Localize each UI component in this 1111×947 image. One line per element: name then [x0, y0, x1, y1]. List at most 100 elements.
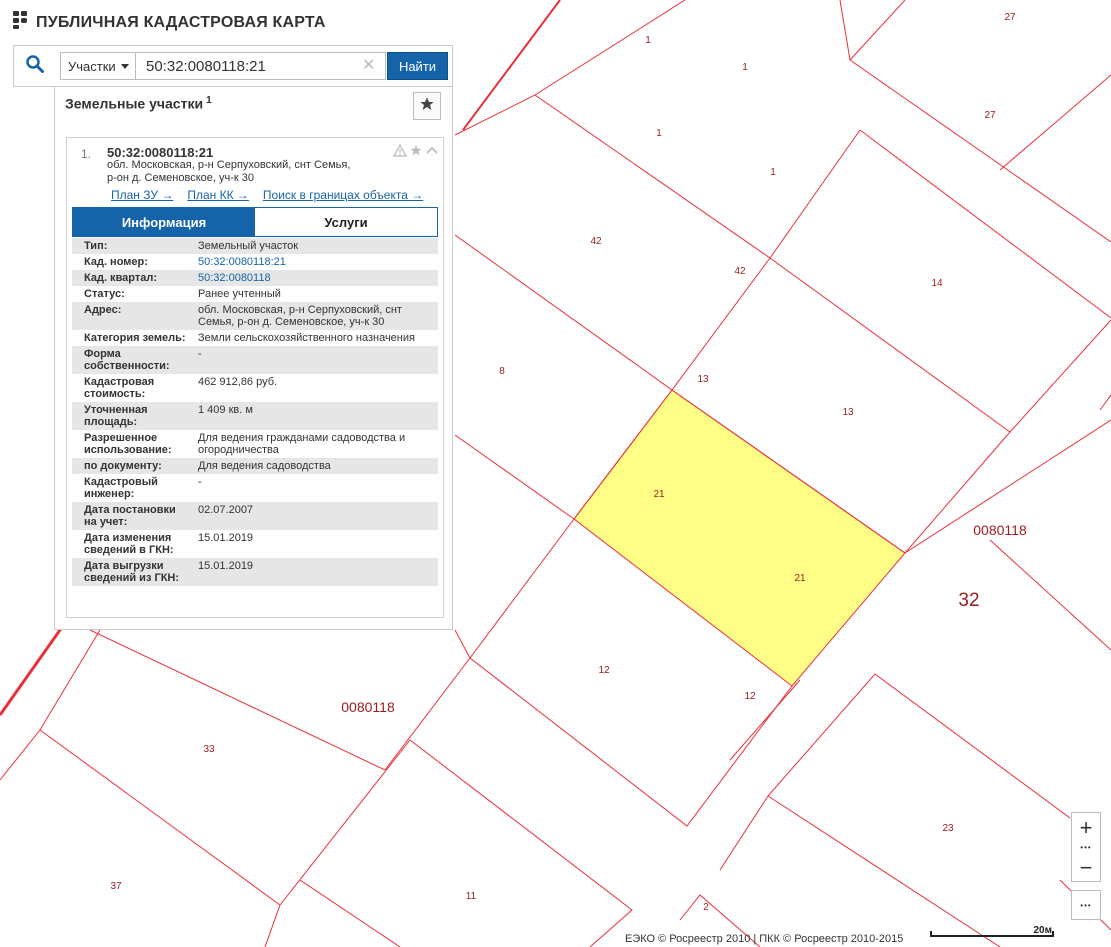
zoom-controls: + ••• −: [1071, 812, 1101, 882]
parcel-label: 1: [742, 62, 748, 73]
info-row: Кадастровая стоимость: 462 912,86 руб.: [72, 374, 438, 402]
search-icon: [26, 54, 44, 78]
info-row: Тип: Земельный участок: [72, 238, 438, 254]
star-icon: [419, 96, 435, 117]
info-row: Кад. квартал: 50:32:0080118: [72, 270, 438, 286]
app-title: ПУБЛИЧНАЯ КАДАСТРОВАЯ КАРТА: [36, 13, 326, 31]
card-actions: [392, 143, 439, 162]
tab-services[interactable]: Услуги: [255, 208, 437, 236]
result-tabs: Информация Услуги: [72, 207, 438, 237]
parcel-label: 1: [656, 128, 662, 139]
info-value: Земли сельскохозяйственного назначения: [198, 332, 415, 344]
info-value: 462 912,86 руб.: [198, 376, 278, 388]
info-value: -: [196, 346, 438, 374]
block-label: 0080118: [973, 522, 1027, 538]
parcel-label: 33: [203, 744, 215, 755]
parcel-label: 13: [842, 407, 854, 418]
info-value[interactable]: 50:32:0080118:21: [196, 254, 438, 270]
parcel-label: 23: [942, 823, 954, 834]
parcel-label: 1: [770, 167, 776, 178]
info-key: Дата изменения сведений в ГКН:: [84, 532, 174, 556]
address-line: р-он д. Семеновское, уч-к 30: [107, 172, 254, 184]
info-key: Форма собственности:: [72, 346, 196, 374]
selected-parcel-highlight[interactable]: [573, 389, 906, 687]
clear-icon[interactable]: ✕: [362, 55, 375, 75]
warning-icon[interactable]: [392, 143, 408, 162]
info-row: по документу: Для ведения садоводства: [72, 458, 438, 474]
parcel-label: 21: [653, 489, 665, 500]
info-key: Кад. квартал:: [72, 270, 196, 286]
info-row: Категория земель: Земли сельскохозяйствен…: [72, 330, 438, 346]
parcel-label: 21: [794, 573, 806, 584]
results-panel: Земельные участки 1 1. 50:32:0080118:21 о…: [54, 87, 453, 630]
result-number: 1.: [81, 147, 92, 161]
search-input[interactable]: [136, 52, 386, 80]
result-address: обл. Московская, р-н Серпуховский, снт С…: [107, 159, 367, 185]
search-button[interactable]: [14, 46, 56, 86]
info-row: Статус: Ранее учтенный: [72, 286, 438, 302]
info-value: Ранее учтенный: [198, 288, 281, 300]
logo-icon: [12, 10, 28, 35]
parcel-label: 27: [1004, 12, 1016, 23]
info-value: 15.01.2019: [198, 532, 254, 544]
info-key: Кад. номер:: [84, 256, 148, 268]
info-row: Дата постановки на учет: 02.07.2007: [72, 502, 438, 530]
info-value: 1 409 кв. м: [196, 402, 438, 430]
info-value: -: [198, 476, 202, 488]
info-table: Тип: Земельный участок Кад. номер: 50:32:00…: [72, 238, 438, 586]
more-icon: •••: [1080, 900, 1092, 910]
info-row: Дата выгрузки сведений из ГКН: 15.01.2019: [72, 558, 438, 586]
district-label: 32: [958, 590, 979, 611]
zoom-slider-handle[interactable]: •••: [1072, 843, 1100, 852]
address-line: обл. Московская, р-н Серпуховский, снт С…: [107, 159, 351, 171]
info-value-link[interactable]: 50:32:0080118:21: [198, 256, 286, 268]
parcel-label: 12: [744, 691, 756, 702]
info-key: Кадастровый инженер:: [84, 476, 158, 500]
search-in-bounds-link[interactable]: Поиск в границах объекта →: [263, 188, 423, 202]
copyright: ЕЭКО © Росреестр 2010 | ПКК © Росреестр …: [625, 933, 904, 945]
result-card[interactable]: 1. 50:32:0080118:21 обл. Московская, р-н…: [66, 137, 444, 618]
scale-bar: 20м: [930, 925, 1060, 941]
tab-info[interactable]: Информация: [73, 208, 255, 236]
results-count: 1: [206, 95, 212, 106]
panel-title-text: Земельные участки: [65, 95, 204, 112]
find-button[interactable]: Найти: [387, 52, 448, 80]
star-icon[interactable]: [409, 144, 423, 162]
parcel-label: 42: [590, 236, 602, 247]
parcel-label: 8: [499, 366, 505, 377]
more-options-button[interactable]: •••: [1071, 890, 1101, 920]
info-key: Дата выгрузки сведений из ГКН:: [72, 558, 196, 586]
info-row: Кад. номер: 50:32:0080118:21: [72, 254, 438, 270]
info-key: Дата постановки на учет:: [72, 502, 196, 530]
block-label: 0080118: [341, 699, 395, 715]
parcel-label: 42: [734, 266, 746, 277]
search-type-label: Участки: [68, 58, 116, 74]
info-value: 02.07.2007: [196, 502, 438, 530]
parcel-label: 1: [645, 35, 651, 46]
search-bar: Участки ✕ Найти: [13, 45, 453, 87]
info-row: Кадастровый инженер: -: [72, 474, 438, 502]
plan-kk-link[interactable]: План КК →: [187, 188, 249, 202]
parcel-label: 11: [466, 891, 477, 902]
info-key: Разрешенное использование:: [84, 432, 172, 456]
plan-zu-link[interactable]: План ЗУ →: [111, 188, 173, 202]
info-key: Уточненная площадь:: [72, 402, 196, 430]
info-key: Категория земель:: [84, 332, 186, 344]
info-value: Земельный участок: [196, 238, 438, 254]
parcel-label: 37: [110, 881, 122, 892]
info-value[interactable]: 50:32:0080118: [196, 270, 438, 286]
info-value-link[interactable]: 50:32:0080118: [198, 272, 271, 284]
info-value: Для ведения гражданами садоводства и ого…: [198, 432, 406, 456]
chevron-up-icon[interactable]: [425, 144, 439, 162]
info-key: Кадастровая стоимость:: [84, 376, 155, 400]
info-value: обл. Московская, р-н Серпуховский, снт С…: [196, 302, 438, 330]
result-links: План ЗУ → План КК → Поиск в границах объ…: [111, 188, 423, 202]
zoom-out-button[interactable]: −: [1072, 853, 1100, 883]
parcel-label: 13: [697, 374, 709, 385]
parcel-label: 27: [984, 110, 996, 121]
info-key: по документу:: [72, 458, 196, 474]
search-type-select[interactable]: Участки: [60, 52, 136, 80]
parcel-label: 14: [931, 278, 943, 289]
favorites-button[interactable]: [413, 92, 441, 120]
zoom-in-button[interactable]: +: [1072, 813, 1100, 843]
